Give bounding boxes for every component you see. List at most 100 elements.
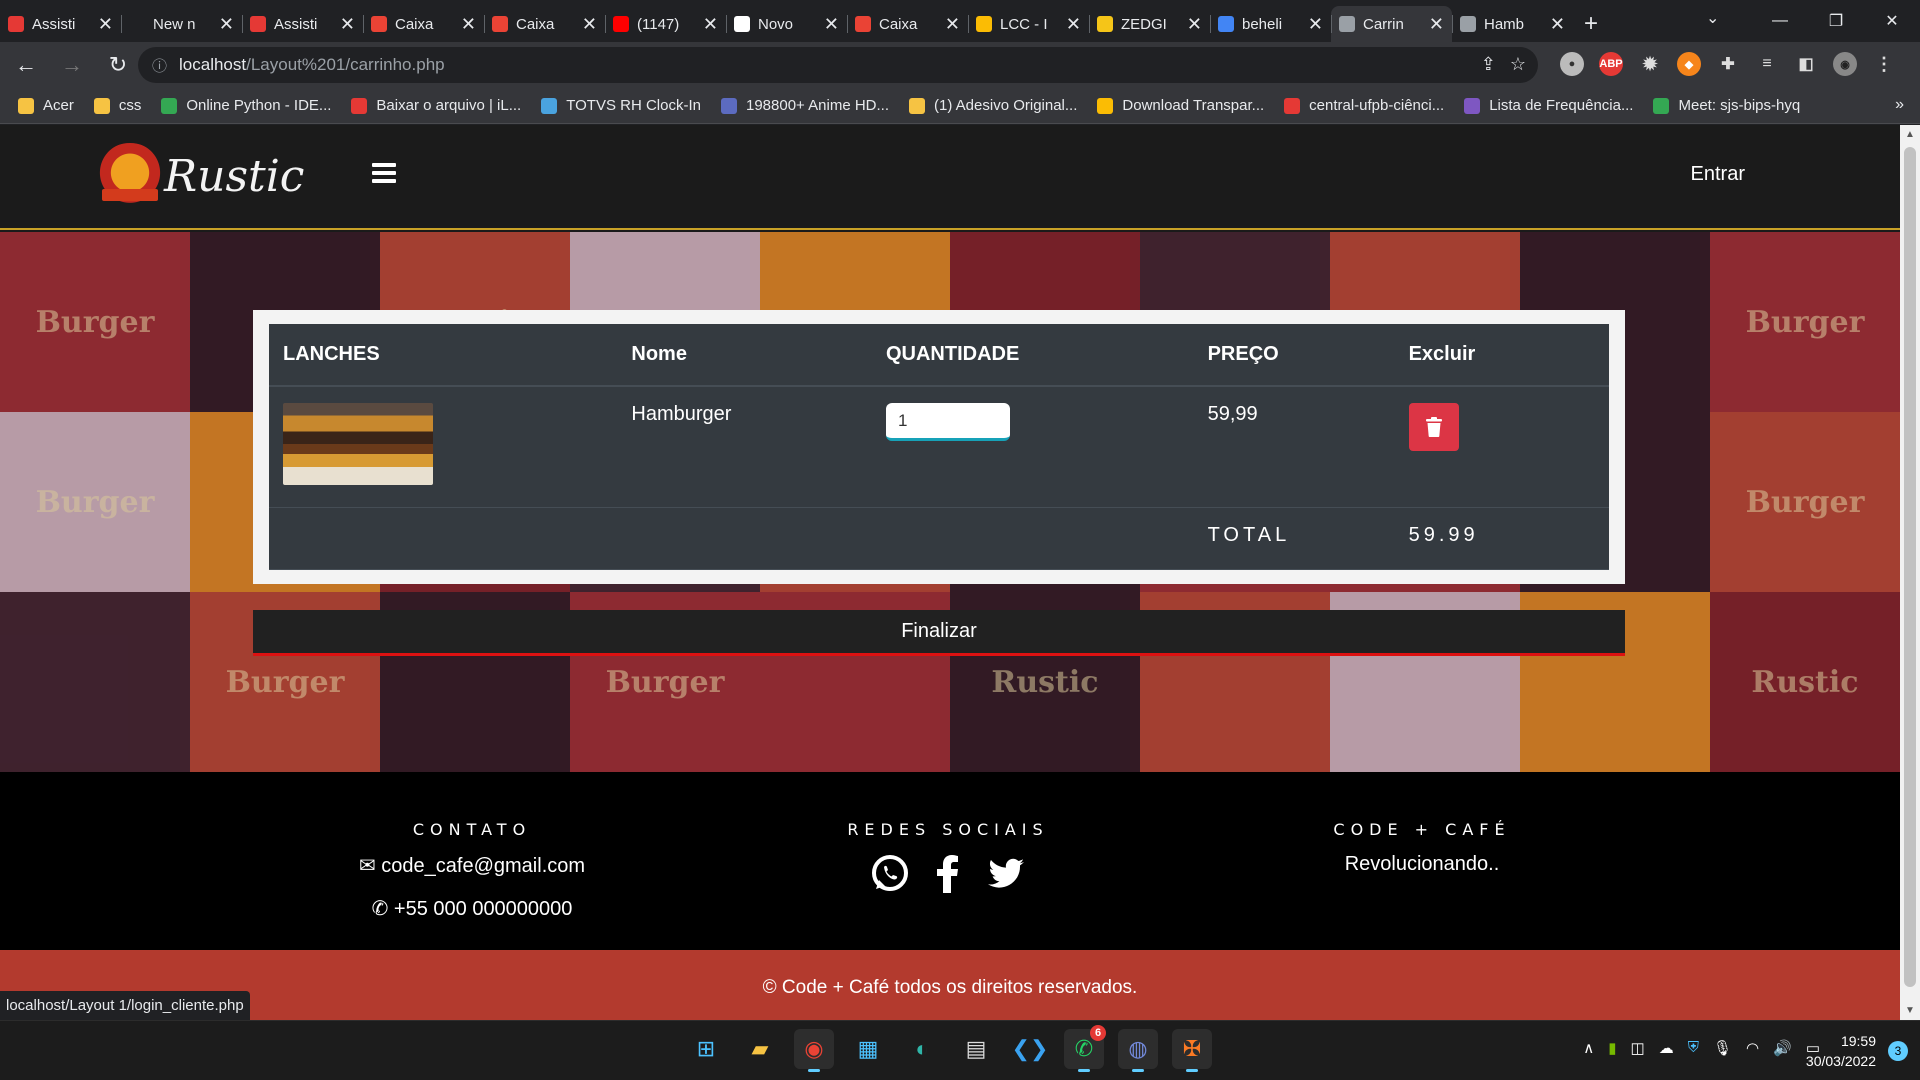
xampp-icon[interactable]: ✠ — [1172, 1029, 1212, 1072]
site-info-icon[interactable]: ⓘ — [152, 55, 167, 76]
extension-icon[interactable]: ● — [1560, 52, 1584, 76]
bookmark-item[interactable]: Download Transpar... — [1097, 97, 1264, 114]
chrome-icon[interactable]: ◉ — [794, 1029, 834, 1072]
tab-close-icon[interactable]: ✕ — [945, 14, 960, 35]
tab-search-icon[interactable]: ⌄ — [1706, 8, 1719, 28]
tray-chevron-icon[interactable]: ∧ — [1583, 1039, 1594, 1057]
login-link[interactable]: Entrar — [1691, 163, 1745, 186]
col-excluir: Excluir — [1394, 324, 1609, 387]
site-logo[interactable]: Rustic — [96, 143, 304, 209]
scroll-down-icon[interactable]: ▼ — [1905, 1005, 1915, 1016]
side-panel-icon[interactable]: ◧ — [1794, 52, 1818, 76]
tab-title: Novo — [758, 15, 794, 33]
store-icon[interactable]: ▦ — [848, 1029, 888, 1069]
bookmark-item[interactable]: TOTVS RH Clock-In — [541, 97, 701, 114]
tab[interactable]: Caixa ✕ — [847, 6, 968, 42]
whatsapp-icon[interactable] — [870, 853, 910, 893]
bookmark-item[interactable]: Online Python - IDE... — [161, 97, 331, 114]
scrollbar-thumb[interactable] — [1904, 147, 1916, 987]
address-bar[interactable]: ⓘ localhost/Layout%201/carrinho.php ⇪ ☆ — [138, 47, 1538, 83]
tab[interactable]: Caixa ✕ — [484, 6, 605, 42]
security-icon[interactable]: ⛨ — [1688, 1039, 1699, 1057]
adblock-icon[interactable]: ABP — [1599, 52, 1623, 76]
wifi-icon[interactable]: ◠ — [1746, 1039, 1759, 1057]
bookmark-item[interactable]: Acer — [18, 97, 74, 114]
bookmark-item[interactable]: central-ufpb-ciênci... — [1284, 97, 1444, 114]
tab-title: Caixa — [879, 15, 918, 33]
media-control-icon[interactable]: ≡ — [1755, 52, 1779, 76]
vscode-icon[interactable]: ❮❯ — [1010, 1029, 1050, 1069]
tab[interactable]: Assisti ✕ — [242, 6, 363, 42]
tab[interactable]: LCC - I ✕ — [968, 6, 1089, 42]
tab[interactable]: (1147) ✕ — [605, 6, 726, 42]
microphone-icon[interactable]: 🎙 — [1713, 1039, 1732, 1057]
whatsapp-taskbar-icon[interactable]: ✆ 6 — [1064, 1025, 1106, 1072]
notifications-badge[interactable]: 3 — [1888, 1041, 1908, 1061]
tab-close-icon[interactable]: ✕ — [824, 14, 839, 35]
volume-icon[interactable]: 🔊 — [1773, 1039, 1792, 1057]
tab-close-icon[interactable]: ✕ — [1187, 14, 1202, 35]
quantity-input[interactable] — [885, 403, 1010, 441]
tab[interactable]: Hamb ✕ — [1452, 6, 1573, 42]
discord-icon[interactable]: ◍ — [1118, 1029, 1158, 1072]
bookmark-item[interactable]: Baixar o arquivo | iL... — [351, 97, 521, 114]
tab-title: ZEDGI — [1121, 15, 1167, 33]
social-title: REDES SOCIAIS — [847, 820, 1049, 839]
new-tab-button[interactable]: + — [1573, 6, 1609, 42]
windows-start-icon[interactable]: ⊞ — [686, 1029, 726, 1069]
minimize-icon[interactable]: — — [1752, 0, 1808, 42]
bookmark-item[interactable]: 198800+ Anime HD... — [720, 97, 889, 114]
tab-close-icon[interactable]: ✕ — [461, 14, 476, 35]
metamask-icon[interactable]: ◆ — [1677, 52, 1701, 76]
bookmark-item[interactable]: css — [93, 97, 141, 114]
bookmark-item[interactable]: Meet: sjs-bips-hyq — [1653, 97, 1800, 114]
back-icon[interactable]: ← — [6, 45, 46, 85]
tab-close-icon[interactable]: ✕ — [1066, 14, 1081, 35]
contact-phone[interactable]: +55 000 000000000 — [394, 898, 573, 920]
restore-icon[interactable]: ❐ — [1808, 0, 1864, 42]
edge-icon[interactable]: ◐ — [902, 1029, 942, 1069]
tab-active[interactable]: Carrin ✕ — [1331, 6, 1452, 42]
clock[interactable]: 19:59 30/03/2022 — [1806, 1031, 1876, 1071]
tab-close-icon[interactable]: ✕ — [340, 14, 355, 35]
tray-app-icon[interactable]: ◫ — [1631, 1039, 1645, 1057]
burger-logo-icon — [96, 143, 164, 209]
finalize-button[interactable]: Finalizar — [253, 610, 1625, 656]
extensions-puzzle-icon[interactable]: ✚ — [1716, 52, 1740, 76]
menu-kebab-icon[interactable]: ⋮ — [1872, 52, 1896, 76]
tab[interactable]: beheli ✕ — [1210, 6, 1331, 42]
tab-close-icon[interactable]: ✕ — [98, 14, 113, 35]
tab-close-icon[interactable]: ✕ — [1308, 14, 1323, 35]
tab[interactable]: Caixa ✕ — [363, 6, 484, 42]
tab-close-icon[interactable]: ✕ — [1429, 14, 1444, 35]
bookmark-item[interactable]: (1) Adesivo Original... — [909, 97, 1077, 114]
extension-gear-icon[interactable]: ✹ — [1638, 52, 1662, 76]
file-explorer-icon[interactable]: ▰ — [740, 1029, 780, 1069]
tab[interactable]: ZEDGI ✕ — [1089, 6, 1210, 42]
profile-avatar[interactable]: ◉ — [1833, 52, 1857, 76]
bookmark-item[interactable]: Lista de Frequência... — [1464, 97, 1633, 114]
notepad-icon[interactable]: ▤ — [956, 1029, 996, 1069]
tab[interactable]: New n ✕ — [121, 6, 242, 42]
share-icon[interactable]: ⇪ — [1481, 54, 1496, 75]
bookmark-star-icon[interactable]: ☆ — [1510, 54, 1526, 75]
contact-email[interactable]: code_cafe@gmail.com — [381, 855, 585, 877]
hamburger-menu-icon[interactable] — [372, 163, 396, 183]
facebook-icon[interactable] — [928, 853, 968, 893]
bookmarks-overflow-icon[interactable]: » — [1895, 96, 1904, 114]
forward-icon[interactable]: → — [52, 45, 92, 85]
onedrive-icon[interactable]: ☁ — [1659, 1039, 1674, 1057]
close-window-icon[interactable]: ✕ — [1864, 0, 1920, 42]
reload-icon[interactable]: ↻ — [98, 45, 138, 85]
delete-button[interactable] — [1408, 403, 1459, 451]
twitter-icon[interactable] — [986, 853, 1026, 893]
tab-close-icon[interactable]: ✕ — [703, 14, 718, 35]
nvidia-icon[interactable]: ▮ — [1608, 1039, 1616, 1057]
tab-close-icon[interactable]: ✕ — [582, 14, 597, 35]
page-scrollbar[interactable]: ▲ ▼ — [1900, 125, 1920, 1020]
tab[interactable]: Assisti ✕ — [0, 6, 121, 42]
tab-close-icon[interactable]: ✕ — [1550, 14, 1565, 35]
scroll-up-icon[interactable]: ▲ — [1905, 129, 1915, 140]
tab[interactable]: Novo ✕ — [726, 6, 847, 42]
tab-close-icon[interactable]: ✕ — [219, 14, 234, 35]
